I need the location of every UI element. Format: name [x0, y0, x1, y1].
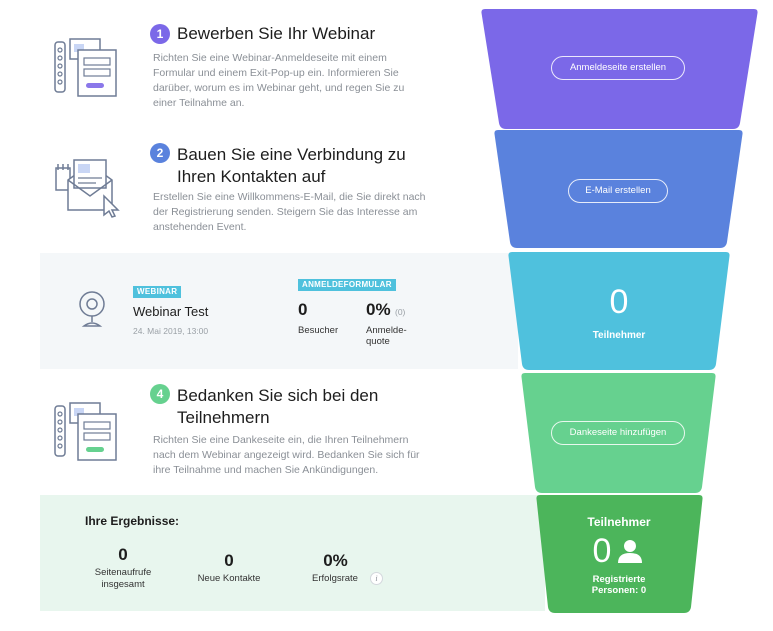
registration-form-tag: ANMELDEFORMULAR	[298, 279, 396, 291]
registration-rate-value: 0%	[366, 300, 391, 319]
webinar-tag: WEBINAR	[133, 286, 182, 298]
success-rate-label: Erfolgsrate	[312, 573, 358, 584]
webcam-icon	[79, 291, 105, 327]
step-description: Richten Sie eine Dankeseite ein, die Ihr…	[153, 434, 420, 476]
results-title: Ihre Ergebnisse:	[85, 514, 180, 528]
thank-you-page-icon	[54, 402, 117, 461]
page-views-label-line-1: Seitenaufrufe	[94, 567, 152, 578]
step-number-badge: 2	[150, 143, 170, 163]
step-title: Bedanken Sie sich bei den Teilnehmern	[177, 386, 379, 427]
success-rate-value: 0%	[323, 551, 348, 570]
registration-rate-label-line-2: quote	[366, 336, 390, 347]
page-views-label-line-2: insgesamt	[101, 579, 145, 590]
registration-rate-count: (0)	[395, 307, 406, 317]
page-views-value: 0	[118, 545, 128, 564]
registered-persons-label-line-1: Registrierte	[592, 574, 646, 585]
participants-count: 0	[609, 283, 629, 321]
webinar-row-background	[40, 253, 518, 369]
add-thank-you-page-button[interactable]: Dankeseite hinzufügen	[551, 421, 685, 445]
create-landing-page-button[interactable]: Anmeldeseite erstellen	[551, 56, 685, 80]
visitors-count: 0	[298, 300, 308, 319]
webinar-name[interactable]: Webinar Test	[133, 304, 208, 319]
info-icon[interactable]: i	[370, 572, 383, 585]
step-title: Bewerben Sie Ihr Webinar	[177, 24, 376, 43]
visitors-label: Besucher	[298, 325, 339, 336]
webinar-date: 24. Mai 2019, 13:00	[133, 326, 209, 336]
person-icon	[618, 540, 642, 563]
create-email-button[interactable]: E-Mail erstellen	[568, 179, 668, 203]
registration-rate-label-line-1: Anmelde-	[366, 325, 407, 336]
new-contacts-value: 0	[224, 551, 234, 570]
step-description: Richten Sie eine Webinar-Anmeldeseite mi…	[153, 52, 405, 109]
final-participants-title: Teilnehmer	[587, 515, 651, 529]
new-contacts-label: Neue Kontakte	[197, 573, 261, 584]
step-description: Erstellen Sie eine Willkommens-E-Mail, d…	[153, 191, 426, 233]
landing-page-icon	[54, 38, 117, 97]
email-envelope-icon	[55, 159, 120, 218]
registered-persons-label-line-2: Personen: 0	[591, 585, 647, 596]
step-title: Bauen Sie eine Verbindung zu Ihren Konta…	[177, 145, 406, 186]
participants-label: Teilnehmer	[592, 330, 646, 341]
step-number-badge: 1	[150, 24, 170, 44]
final-participants-count: 0	[592, 532, 612, 570]
step-number-badge: 4	[150, 384, 170, 404]
